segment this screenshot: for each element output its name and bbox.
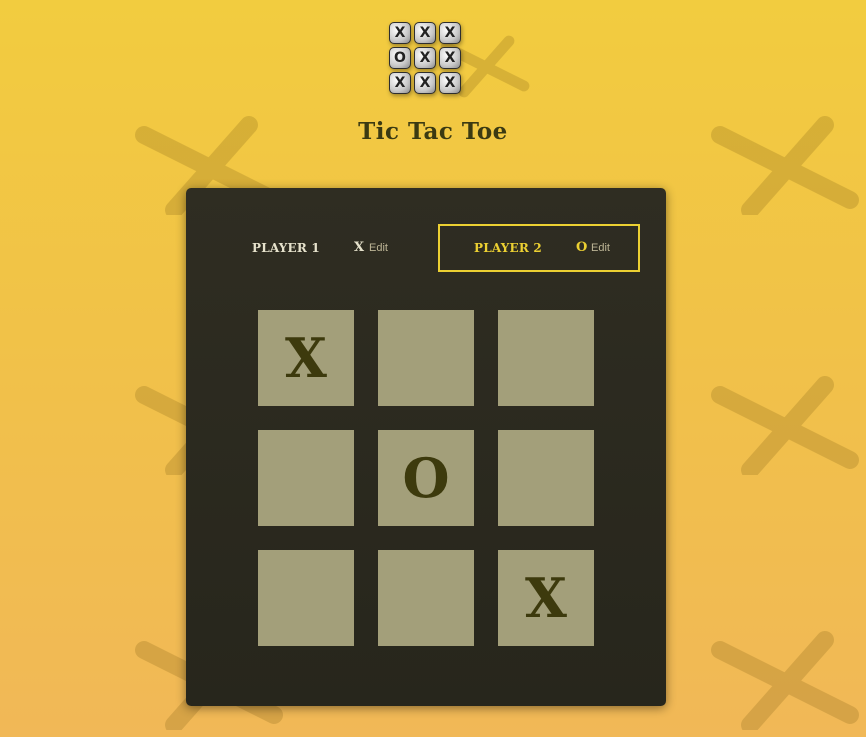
player-1-name: PLAYER 1: [252, 241, 320, 255]
board-cell[interactable]: [378, 550, 474, 646]
logo-tile: X: [439, 72, 461, 94]
player-1-card: PLAYER 1 X Edit: [216, 224, 418, 272]
player-2-card: PLAYER 2 O Edit: [438, 224, 640, 272]
logo-tile: X: [389, 22, 411, 44]
board-cell[interactable]: [498, 430, 594, 526]
logo-tile: X: [439, 47, 461, 69]
background-x-icon: [710, 375, 860, 479]
board-cell[interactable]: [258, 430, 354, 526]
logo-tile: X: [389, 72, 411, 94]
logo-tile: X: [414, 72, 436, 94]
logo-tile: X: [439, 22, 461, 44]
board-cell[interactable]: [378, 310, 474, 406]
board-cell[interactable]: O: [378, 430, 474, 526]
app-logo: X X X O X X X X X: [389, 22, 463, 98]
player-2-edit-button[interactable]: Edit: [591, 242, 610, 254]
logo-tile: O: [389, 47, 411, 69]
board-cell[interactable]: X: [258, 310, 354, 406]
logo-tile: X: [414, 22, 436, 44]
logo-tile: X: [414, 47, 436, 69]
player-1-edit-button[interactable]: Edit: [369, 242, 388, 254]
player-2-name: PLAYER 2: [474, 241, 542, 255]
background-x-icon: [710, 630, 860, 734]
page-title: Tic Tac Toe: [358, 118, 508, 145]
board-cell[interactable]: [258, 550, 354, 646]
game-board: X O X: [258, 310, 594, 646]
board-cell[interactable]: [498, 310, 594, 406]
board-cell[interactable]: X: [498, 550, 594, 646]
player-2-symbol: O: [576, 240, 588, 255]
player-1-symbol: X: [354, 240, 365, 255]
game-panel: PLAYER 1 X Edit PLAYER 2 O Edit X O X: [186, 188, 666, 706]
player-list: PLAYER 1 X Edit PLAYER 2 O Edit: [186, 224, 666, 274]
